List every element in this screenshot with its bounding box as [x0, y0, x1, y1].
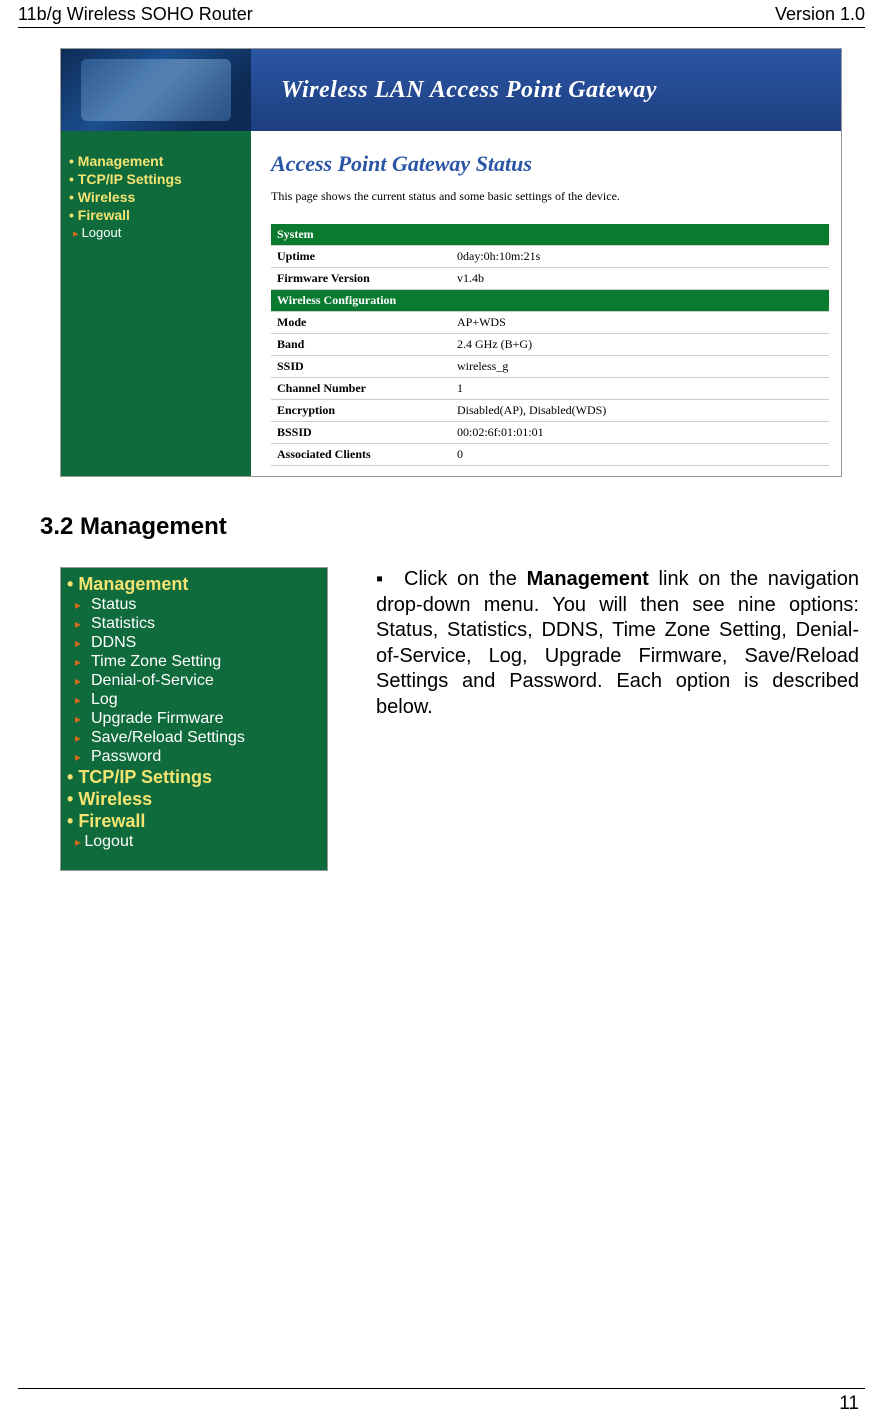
menu-statistics-label: Statistics	[91, 615, 155, 633]
logo-image	[61, 49, 251, 131]
header-left: 11b/g Wireless SOHO Router	[18, 4, 253, 25]
menu-status-label: Status	[91, 596, 136, 614]
row-mode-value: AP+WDS	[451, 312, 829, 334]
menu-logout[interactable]: Logout	[75, 833, 321, 851]
para-post: link on the navigation drop-down menu. Y…	[376, 568, 859, 718]
menu-log-label: Log	[91, 691, 118, 709]
row-clients-value: 0	[451, 444, 829, 466]
menu-tcpip[interactable]: TCP/IP Settings	[67, 767, 321, 788]
para-pre: Click on the	[404, 568, 527, 590]
lower-block: Management Status Statistics DDNS Time Z…	[20, 567, 863, 871]
row-mode-label: Mode	[271, 312, 451, 334]
menu-upgrade[interactable]: Upgrade Firmware	[75, 710, 321, 728]
section-heading: 3.2 Management	[40, 513, 863, 541]
management-paragraph: ▪Click on the Management link on the nav…	[376, 567, 863, 721]
row-encryption-label: Encryption	[271, 400, 451, 422]
header-right: Version 1.0	[775, 4, 865, 25]
screenshot-status-page: Wireless LAN Access Point Gateway Manage…	[60, 48, 842, 477]
status-main: Management TCP/IP Settings Wireless Fire…	[61, 131, 841, 476]
row-firmware-value: v1.4b	[451, 268, 829, 290]
row-channel-label: Channel Number	[271, 378, 451, 400]
status-content: Access Point Gateway Status This page sh…	[251, 131, 841, 476]
row-ssid-value: wireless_g	[451, 356, 829, 378]
bullet-icon: ▪	[376, 567, 404, 593]
menu-ddns[interactable]: DDNS	[75, 634, 321, 652]
row-uptime-label: Uptime	[271, 246, 451, 268]
row-band-value: 2.4 GHz (B+G)	[451, 334, 829, 356]
status-title: Access Point Gateway Status	[271, 151, 829, 177]
sidebar-item-firewall[interactable]: Firewall	[69, 207, 243, 223]
para-bold: Management	[527, 568, 649, 590]
status-sidebar: Management TCP/IP Settings Wireless Fire…	[61, 131, 251, 476]
menu-savereload[interactable]: Save/Reload Settings	[75, 729, 321, 747]
row-channel-value: 1	[451, 378, 829, 400]
page-body: Wireless LAN Access Point Gateway Manage…	[0, 28, 883, 871]
banner-title: Wireless LAN Access Point Gateway	[281, 77, 657, 104]
menu-dos[interactable]: Denial-of-Service	[75, 672, 321, 690]
menu-timezone[interactable]: Time Zone Setting	[75, 653, 321, 671]
row-clients-label: Associated Clients	[271, 444, 451, 466]
row-encryption-value: Disabled(AP), Disabled(WDS)	[451, 400, 829, 422]
sidebar-item-wireless[interactable]: Wireless	[69, 189, 243, 205]
menu-password-label: Password	[91, 748, 161, 766]
menu-savereload-label: Save/Reload Settings	[91, 729, 245, 747]
menu-wireless[interactable]: Wireless	[67, 789, 321, 810]
status-header-bar: Wireless LAN Access Point Gateway	[61, 49, 841, 131]
section-system: System	[271, 224, 829, 246]
sidebar-item-management[interactable]: Management	[69, 153, 243, 169]
row-bssid-value: 00:02:6f:01:01:01	[451, 422, 829, 444]
page-number: 11	[839, 1393, 859, 1415]
row-uptime-value: 0day:0h:10m:21s	[451, 246, 829, 268]
footer-rule	[18, 1388, 865, 1389]
row-band-label: Band	[271, 334, 451, 356]
status-table: System Uptime0day:0h:10m:21s Firmware Ve…	[271, 224, 829, 466]
section-wireless: Wireless Configuration	[271, 290, 829, 312]
row-ssid-label: SSID	[271, 356, 451, 378]
menu-status[interactable]: Status	[75, 596, 321, 614]
menu-log[interactable]: Log	[75, 691, 321, 709]
menu-upgrade-label: Upgrade Firmware	[91, 710, 223, 728]
sidebar-item-tcpip[interactable]: TCP/IP Settings	[69, 171, 243, 187]
menu-management[interactable]: Management	[67, 574, 321, 595]
row-firmware-label: Firmware Version	[271, 268, 451, 290]
status-desc: This page shows the current status and s…	[271, 189, 829, 204]
menu-firewall[interactable]: Firewall	[67, 811, 321, 832]
page-header: 11b/g Wireless SOHO Router Version 1.0	[0, 0, 883, 25]
menu-timezone-label: Time Zone Setting	[91, 653, 221, 671]
menu-ddns-label: DDNS	[91, 634, 136, 652]
screenshot-management-menu: Management Status Statistics DDNS Time Z…	[60, 567, 328, 871]
banner: Wireless LAN Access Point Gateway	[251, 49, 841, 131]
menu-statistics[interactable]: Statistics	[75, 615, 321, 633]
sidebar-item-logout[interactable]: Logout	[73, 225, 243, 240]
menu-dos-label: Denial-of-Service	[91, 672, 214, 690]
menu-password[interactable]: Password	[75, 748, 321, 766]
row-bssid-label: BSSID	[271, 422, 451, 444]
